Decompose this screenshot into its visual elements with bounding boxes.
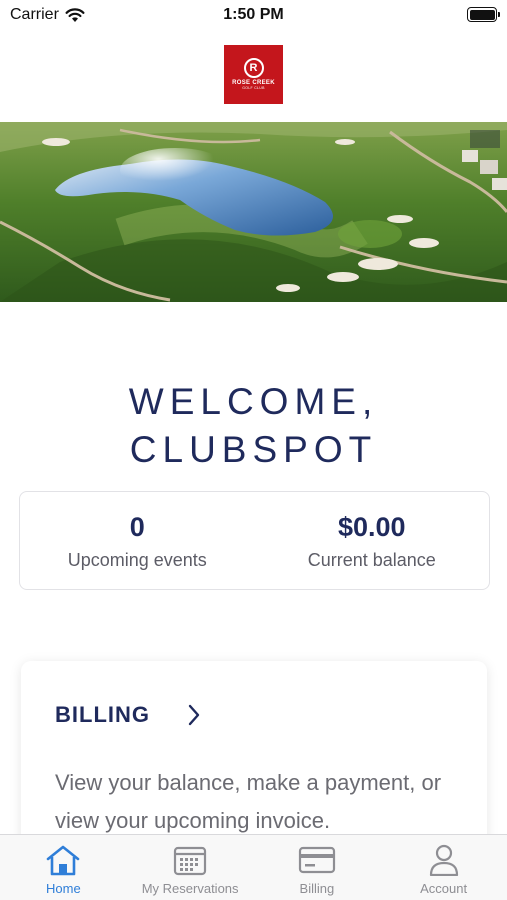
welcome-line-2: CLUBSPOT bbox=[129, 429, 378, 470]
stat-label: Current balance bbox=[307, 550, 436, 570]
tab-label: Billing bbox=[299, 881, 335, 896]
stat-current-balance[interactable]: $0.00 Current balance bbox=[255, 492, 490, 589]
person-icon bbox=[429, 844, 458, 876]
billing-card-description: View your balance, make a payment, or vi… bbox=[55, 770, 442, 833]
stat-value: $0.00 bbox=[337, 512, 406, 542]
logo-subtitle: GOLF CLUB bbox=[242, 86, 265, 91]
billing-card-title: BILLING bbox=[55, 702, 150, 727]
chevron-right-icon bbox=[188, 704, 200, 726]
welcome-line-1: WELCOME, bbox=[128, 381, 379, 422]
status-bar: Carrier 1:50 PM bbox=[0, 0, 507, 30]
club-logo: R ROSE CREEK GOLF CLUB bbox=[224, 45, 283, 104]
logo-mark-letter: R bbox=[249, 61, 258, 74]
calendar-icon bbox=[174, 846, 207, 876]
battery-icon bbox=[467, 7, 500, 22]
stat-upcoming-events[interactable]: 0 Upcoming events bbox=[20, 492, 255, 589]
tab-label: Home bbox=[46, 881, 81, 896]
tab-label: Account bbox=[420, 881, 468, 896]
credit-card-icon bbox=[298, 846, 335, 874]
tab-billing[interactable]: Billing bbox=[254, 835, 381, 900]
tab-home[interactable]: Home bbox=[0, 835, 127, 900]
stats-panel: 0 Upcoming events $0.00 Current balance bbox=[19, 491, 490, 590]
tab-label: My Reservations bbox=[141, 881, 239, 896]
tab-my-reservations[interactable]: My Reservations bbox=[127, 835, 254, 900]
tab-bar: Home My Reservations Billing Account bbox=[0, 834, 507, 900]
tab-account[interactable]: Account bbox=[380, 835, 507, 900]
status-time: 1:50 PM bbox=[223, 6, 284, 23]
home-icon bbox=[47, 845, 80, 876]
welcome-heading: WELCOME, CLUBSPOT bbox=[0, 378, 507, 474]
hero-image bbox=[0, 122, 507, 302]
stat-value: 0 bbox=[129, 512, 145, 542]
logo-mark: R bbox=[243, 58, 264, 79]
stat-label: Upcoming events bbox=[67, 550, 207, 570]
